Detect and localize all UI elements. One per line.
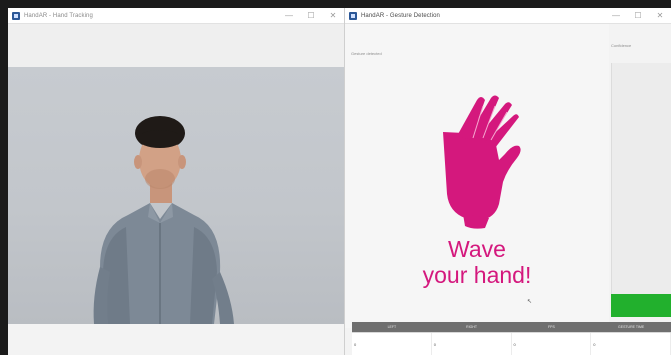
- minimize-button[interactable]: —: [605, 8, 627, 23]
- hand-tracking-window: HandAR - Hand Tracking — ☐ ✕: [8, 8, 345, 355]
- status-indicator: [611, 294, 671, 317]
- camera-bottom-area: [8, 324, 344, 355]
- person-image: [93, 116, 234, 324]
- window-controls: — ☐ ✕: [278, 8, 344, 23]
- window-title: HandAR - Gesture Detection: [361, 12, 440, 19]
- close-button[interactable]: ✕: [649, 8, 671, 23]
- column-left: LEFT: [387, 325, 397, 329]
- minimize-button[interactable]: —: [278, 8, 300, 23]
- raised-hand-icon: [443, 95, 521, 229]
- title-bar[interactable]: HandAR - Hand Tracking — ☐ ✕: [8, 8, 344, 24]
- column-gesture-time: GESTURE TIME: [618, 325, 645, 329]
- cell-left: 0: [352, 333, 432, 355]
- cell-right: 0: [432, 333, 512, 355]
- gesture-label: Gesture detected: [351, 51, 382, 56]
- prompt-wave: Wave: [448, 236, 506, 262]
- camera-feed: [8, 67, 344, 324]
- table-row: 0 0 0 0: [352, 332, 671, 355]
- maximize-button[interactable]: ☐: [300, 8, 322, 23]
- app-icon: [349, 11, 357, 20]
- maximize-button[interactable]: ☐: [627, 8, 649, 23]
- gesture-detection-window: HandAR - Gesture Detection — ☐ ✕ Gesture…: [345, 8, 671, 355]
- column-right: RIGHT: [466, 325, 478, 329]
- window-title: HandAR - Hand Tracking: [24, 12, 93, 19]
- window-controls: — ☐ ✕: [605, 8, 671, 23]
- title-bar[interactable]: HandAR - Gesture Detection — ☐ ✕: [345, 8, 671, 24]
- cell-gesture-time: 0: [591, 333, 671, 355]
- cell-fps: 0: [512, 333, 592, 355]
- confidence-panel: [611, 63, 671, 300]
- prompt-hand: your hand!: [422, 262, 532, 288]
- camera-top-area: [8, 24, 344, 67]
- table-header: LEFT RIGHT FPS GESTURE TIME: [352, 322, 671, 332]
- column-fps: FPS: [547, 325, 555, 329]
- mouse-cursor: ↖: [527, 299, 533, 305]
- close-button[interactable]: ✕: [322, 8, 344, 23]
- confidence-label: Confidence: [611, 43, 632, 48]
- app-icon: [12, 11, 20, 20]
- gesture-prompt-area: Gesture detected Wave your hand! ↖: [345, 24, 609, 328]
